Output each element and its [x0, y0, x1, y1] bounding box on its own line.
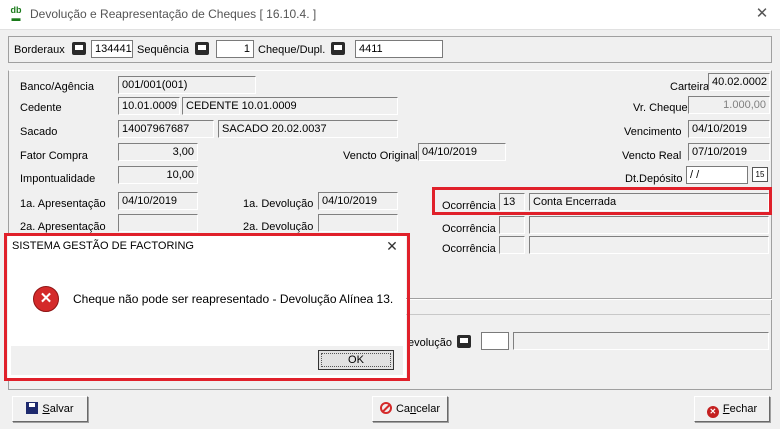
vencto-real-field: 07/10/2019: [688, 143, 770, 161]
dialog-highlight-box: [4, 233, 410, 381]
sacado-label: Sacado: [20, 126, 58, 138]
cancel-icon: [379, 402, 392, 414]
borderaux-field[interactable]: 134441: [91, 40, 133, 58]
window-close-button[interactable]: ✕: [752, 4, 772, 24]
apresentacao1-label: 1a. Apresentação: [20, 198, 106, 210]
groupbox-divider-highlight: [404, 299, 772, 300]
save-button-mnemonic: S: [42, 403, 50, 415]
close-button-mnemonic: F: [722, 403, 730, 415]
devolucao-groupbox-line: [404, 314, 770, 315]
sacado-code-field: 14007967687: [118, 120, 214, 138]
ocorrencia2-code-field: [499, 216, 525, 234]
borderaux-lookup-icon[interactable]: [72, 42, 86, 55]
ocorrencia3-code-field: [499, 236, 525, 254]
ocorrencia-highlight-box: [432, 187, 772, 215]
devolucao-label: evolução: [408, 337, 453, 349]
cancel-button-label: celar: [416, 403, 441, 415]
dt-deposito-label: Dt.Depósito: [625, 173, 683, 185]
sequencia-label: Sequência: [137, 44, 189, 56]
vencimento-label: Vencimento: [624, 126, 682, 138]
apresentacao1-field: 04/10/2019: [118, 192, 198, 210]
devolucao2-field: [318, 214, 398, 232]
banco-label: Banco/Agência: [20, 81, 94, 93]
fator-field: 3,00: [118, 143, 198, 161]
carteira-field: 40.02.0002: [708, 73, 770, 91]
save-button[interactable]: Salvar: [12, 396, 88, 422]
impontualidade-field: 10,00: [118, 166, 198, 184]
apresentacao2-label: 2a. Apresentação: [20, 221, 106, 233]
borderaux-label: Borderaux: [14, 44, 65, 56]
ocorrencia2-desc-field: [529, 216, 769, 234]
ocorrencia3-label: Ocorrência: [442, 243, 496, 255]
devolucao-code-field[interactable]: [481, 332, 509, 350]
vr-cheque-label: Vr. Cheque: [633, 102, 688, 114]
cedente-name-field: CEDENTE 10.01.0009: [182, 97, 398, 115]
sacado-name-field: SACADO 20.02.0037: [218, 120, 398, 138]
dt-deposito-field[interactable]: / /: [686, 166, 748, 184]
cheque-label: Cheque/Dupl.: [258, 44, 326, 56]
cheque-lookup-icon[interactable]: [331, 42, 345, 55]
impontualidade-label: Impontualidade: [20, 173, 96, 185]
cheque-field[interactable]: 4411: [355, 40, 443, 58]
banco-field: 001/001(001): [118, 76, 256, 94]
devolucao-lookup-icon[interactable]: [457, 335, 471, 348]
vencto-original-label: Vencto Original: [343, 150, 418, 162]
devolucao1-label: 1a. Devolução: [243, 198, 314, 210]
calendar-icon[interactable]: 15: [752, 167, 768, 182]
fator-label: Fator Compra: [20, 150, 88, 162]
ocorrencia2-label: Ocorrência: [442, 223, 496, 235]
cedente-label: Cedente: [20, 102, 62, 114]
close-button[interactable]: ✕ Fechar: [694, 396, 770, 422]
sequencia-field[interactable]: 1: [216, 40, 254, 58]
cancel-button-label-pre: Ca: [395, 403, 411, 415]
close-circle-icon: ✕: [706, 406, 719, 418]
apresentacao2-field: [118, 214, 198, 232]
ocorrencia3-desc-field: [529, 236, 769, 254]
cancel-button[interactable]: Cancelar: [372, 396, 448, 422]
vencto-real-label: Vencto Real: [622, 150, 682, 162]
devolucao-desc-field: [513, 332, 769, 350]
devolucao1-field: 04/10/2019: [318, 192, 398, 210]
vencto-original-field: 04/10/2019: [418, 143, 506, 161]
save-button-label: alvar: [49, 403, 74, 415]
vencimento-field: 04/10/2019: [688, 120, 770, 138]
carteira-label: Carteira: [670, 81, 710, 93]
cedente-code-field: 10.01.0009: [118, 97, 180, 115]
vr-cheque-field: 1.000,00: [688, 96, 770, 114]
window-title: Devolução e Reapresentação de Cheques [ …: [30, 7, 317, 21]
devolucao2-label: 2a. Devolução: [243, 221, 314, 233]
save-icon: [26, 402, 39, 414]
sequencia-lookup-icon[interactable]: [195, 42, 209, 55]
close-button-label: echar: [729, 403, 758, 415]
db-app-icon: db ▬: [10, 5, 22, 23]
